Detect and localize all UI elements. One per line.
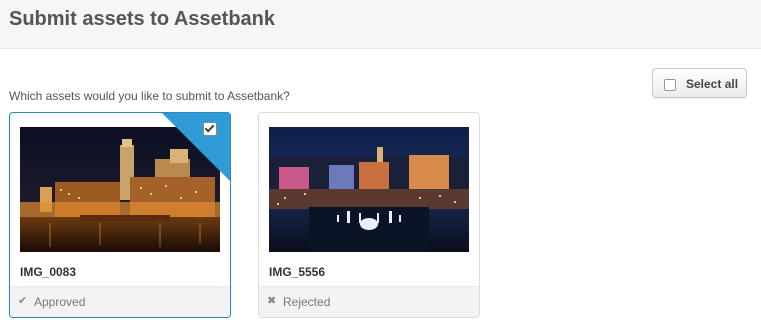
select-all-button[interactable]: Select all: [652, 68, 747, 98]
asset-name: IMG_5556: [269, 265, 326, 279]
selected-corner-indicator: [162, 113, 230, 181]
asset-status: ✖ Rejected: [259, 286, 479, 317]
asset-select-checkbox[interactable]: [203, 122, 217, 136]
asset-status-label: Rejected: [283, 295, 331, 309]
page-title: Submit assets to Assetbank: [9, 8, 276, 30]
select-all-checkbox[interactable]: [664, 79, 676, 91]
x-icon: ✖: [267, 295, 277, 307]
page-header: Submit assets to Assetbank: [0, 0, 761, 49]
instruction-text: Which assets would you like to submit to…: [9, 89, 290, 103]
asset-status-label: Approved: [34, 295, 86, 309]
asset-card[interactable]: IMG_0083 ✔ Approved: [9, 112, 231, 318]
asset-card[interactable]: IMG_5556 ✖ Rejected: [258, 112, 480, 318]
check-icon: ✔: [18, 295, 28, 307]
asset-thumbnail: [269, 127, 469, 252]
select-all-label: Select all: [686, 77, 739, 91]
asset-status: ✔ Approved: [10, 286, 230, 317]
asset-name: IMG_0083: [20, 265, 77, 279]
